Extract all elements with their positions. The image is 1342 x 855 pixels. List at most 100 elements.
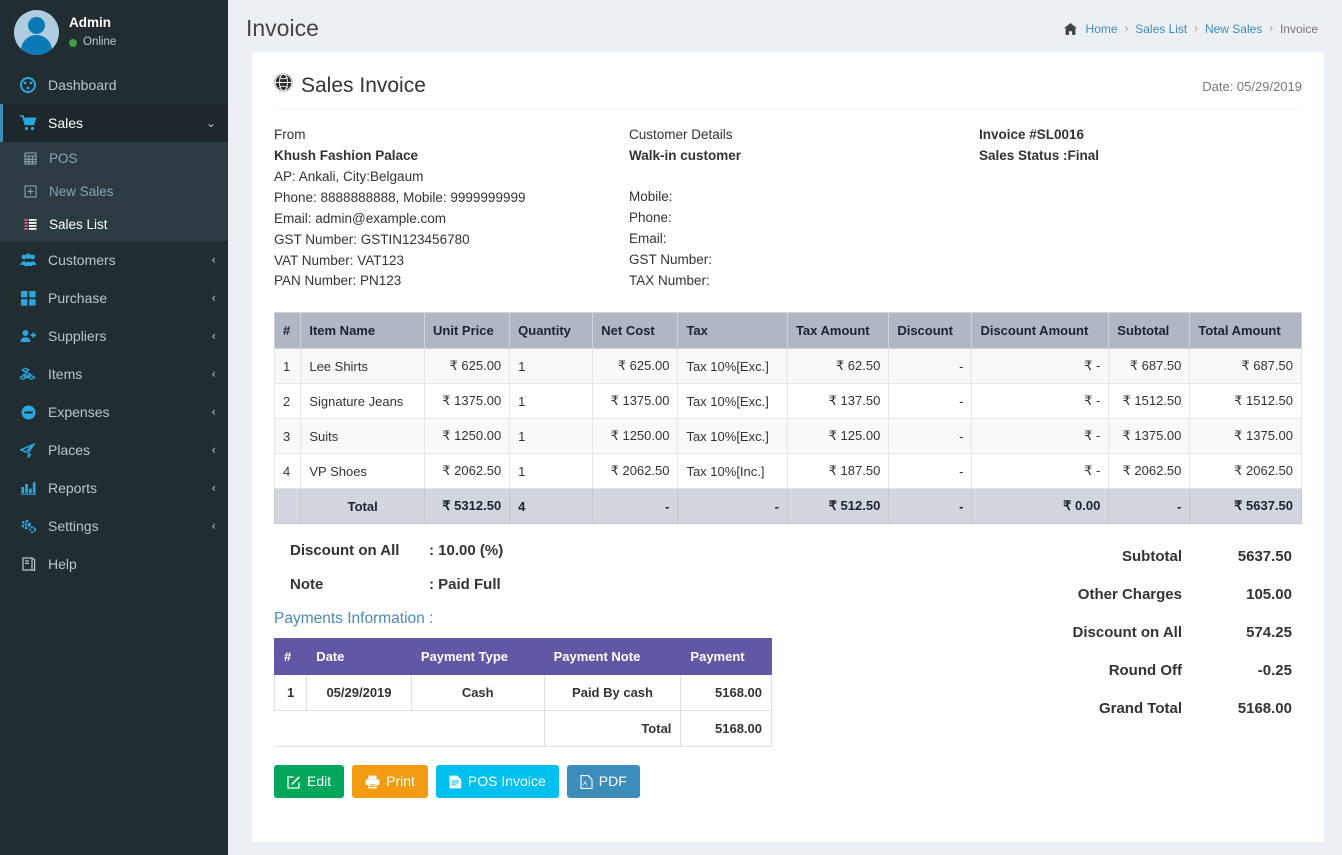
th-tax-amount: Tax Amount: [786, 312, 890, 350]
cell-total-tax: -: [677, 488, 788, 525]
payments-section-title: Payments Information :: [274, 610, 434, 628]
cell-total-amount: ₹ 687.50: [1189, 348, 1302, 385]
cell-discount-amount: ₹ -: [971, 348, 1110, 385]
th-net-cost: Net Cost: [592, 312, 679, 350]
from-pan: PAN Number: PN123: [274, 273, 402, 289]
pos-invoice-button[interactable]: POS Invoice: [435, 765, 559, 799]
table-row: 2 Signature Jeans ₹ 1375.00 1 ₹ 1375.00 …: [273, 383, 1302, 420]
summary-row-round-off: Round Off -0.25: [954, 662, 1302, 679]
chevron-left-icon: ‹: [211, 253, 216, 267]
breadcrumb-sales-list[interactable]: Sales List: [1135, 22, 1187, 36]
printer-icon: [365, 775, 380, 789]
breadcrumb-home[interactable]: Home: [1086, 22, 1118, 36]
book-icon: [17, 557, 39, 571]
sidebar-item-places[interactable]: Places ‹: [0, 431, 228, 469]
cell-payments-total-amount: 5168.00: [680, 710, 772, 748]
sidebar-item-purchase[interactable]: Purchase ‹: [0, 279, 228, 317]
sidebar-item-sales[interactable]: Sales ⌄ POS New Sales Sales List: [0, 104, 228, 241]
cell-item-name: Signature Jeans: [300, 383, 426, 420]
table-row: 1 Lee Shirts ₹ 625.00 1 ₹ 625.00 Tax 10%…: [273, 348, 1302, 385]
cell-unit-price: ₹ 2062.50: [424, 453, 511, 490]
sidebar-item-pos[interactable]: POS: [0, 142, 228, 175]
calculator-icon: [20, 152, 40, 165]
summary-row-other-charges: Other Charges 105.00: [954, 586, 1302, 603]
edit-button[interactable]: Edit: [274, 765, 345, 799]
cell-quantity: 1: [509, 348, 594, 385]
sidebar-label: New Sales: [49, 184, 114, 199]
chevron-left-icon: ‹: [211, 443, 216, 457]
breadcrumb-separator: ›: [1269, 23, 1273, 35]
table-row: 4 VP Shoes ₹ 2062.50 1 ₹ 2062.50 Tax 10%…: [273, 453, 1302, 490]
sidebar-item-sales-list[interactable]: Sales List: [0, 208, 228, 241]
sidebar-item-new-sales[interactable]: New Sales: [0, 175, 228, 208]
online-dot-icon: [69, 38, 77, 47]
user-status-label: Online: [83, 35, 117, 48]
customer-block: Customer Details Walk-in customer Mobile…: [629, 125, 979, 292]
grid-icon: [17, 290, 39, 306]
breadcrumb-new-sales[interactable]: New Sales: [1205, 22, 1262, 36]
address-row: From Khush Fashion Palace AP: Ankali, Ci…: [274, 109, 1302, 298]
from-email: Email: admin@example.com: [274, 210, 447, 226]
lower-left: Discount on All : 10.00 (%) Note : Paid …: [273, 542, 954, 748]
print-button[interactable]: Print: [352, 765, 428, 799]
user-name: Admin: [69, 14, 111, 30]
cell-total-amount: ₹ 2062.50: [1189, 453, 1302, 490]
cell-unit-price: ₹ 1250.00: [424, 418, 511, 455]
summary-label: Round Off: [1108, 662, 1182, 680]
cell-net-cost: ₹ 1250.00: [592, 418, 679, 455]
pos-invoice-button-label: POS Invoice: [467, 773, 546, 790]
print-button-label: Print: [386, 773, 415, 790]
list-icon: [20, 218, 40, 231]
summary-value: 5168.00: [1237, 700, 1292, 718]
cell-unit-price: ₹ 625.00: [424, 348, 511, 385]
summary-label: Grand Total: [1098, 700, 1182, 718]
action-button-bar: Edit Print POS Invoice A PDF: [274, 765, 1302, 820]
cell-quantity: 1: [509, 418, 594, 455]
cell-total-net-cost: -: [592, 488, 679, 525]
sidebar-item-help[interactable]: Help: [0, 545, 228, 583]
chevron-left-icon: ‹: [211, 519, 216, 533]
th-payment-amount: Payment: [680, 638, 772, 676]
sidebar-item-expenses[interactable]: Expenses ‹: [0, 393, 228, 431]
bar-chart-icon: [17, 481, 39, 495]
note-row: Note : Paid Full: [274, 576, 954, 593]
sidebar-menu: Dashboard Sales ⌄ POS New Sales Sales Li…: [0, 66, 228, 583]
table-row: 3 Suits ₹ 1250.00 1 ₹ 1250.00 Tax 10%[Ex…: [273, 418, 1302, 455]
pdf-button[interactable]: A PDF: [566, 765, 640, 799]
cell-empty: [306, 710, 412, 748]
sidebar-item-customers[interactable]: Customers ‹: [0, 241, 228, 279]
cell-discount-amount: ₹ -: [971, 453, 1110, 490]
summary-row-subtotal: Subtotal 5637.50: [954, 548, 1302, 565]
sidebar-item-dashboard[interactable]: Dashboard: [0, 66, 228, 104]
th-payment-index: #: [273, 638, 308, 676]
sidebar-item-settings[interactable]: Settings ‹: [0, 507, 228, 545]
globe-icon: [274, 73, 293, 98]
summary-panel: Subtotal 5637.50 Other Charges 105.00 Di…: [954, 542, 1302, 747]
content-wrapper: Invoice Home › Sales List › New Sales › …: [228, 0, 1342, 855]
sidebar-item-suppliers[interactable]: Suppliers ‹: [0, 317, 228, 355]
sidebar: Admin Online Dashboard Sales ⌄ POS New S…: [0, 0, 228, 855]
customer-tax: TAX Number:: [629, 272, 710, 288]
customer-mobile: Mobile:: [629, 188, 673, 204]
content-header: Invoice Home › Sales List › New Sales › …: [228, 0, 1342, 52]
sidebar-item-items[interactable]: Items ‹: [0, 355, 228, 393]
cell-subtotal: ₹ 1512.50: [1108, 383, 1191, 420]
edit-button-label: Edit: [307, 773, 332, 790]
cell-total-amount: ₹ 1512.50: [1189, 383, 1302, 420]
cell-payment-amount: 5168.00: [680, 674, 772, 712]
from-block: From Khush Fashion Palace AP: Ankali, Ci…: [274, 125, 629, 292]
th-payment-note: Payment Note: [543, 638, 682, 676]
invoice-date: Date: 05/29/2019: [1202, 79, 1302, 94]
invoice-title: Sales Invoice: [301, 73, 426, 97]
discount-on-all-row: Discount on All : 10.00 (%): [274, 542, 954, 559]
cell-payment-type: Cash: [410, 674, 545, 712]
sidebar-item-reports[interactable]: Reports ‹: [0, 469, 228, 507]
cell-item-name: Lee Shirts: [300, 348, 426, 385]
summary-value: 105.00: [1246, 586, 1292, 604]
sidebar-label: Items: [48, 366, 83, 382]
from-company: Khush Fashion Palace: [274, 147, 419, 163]
sidebar-label: Sales List: [49, 217, 108, 232]
items-table: # Item Name Unit Price Quantity Net Cost…: [273, 312, 1302, 525]
cell-payment-date: 05/29/2019: [306, 674, 412, 712]
